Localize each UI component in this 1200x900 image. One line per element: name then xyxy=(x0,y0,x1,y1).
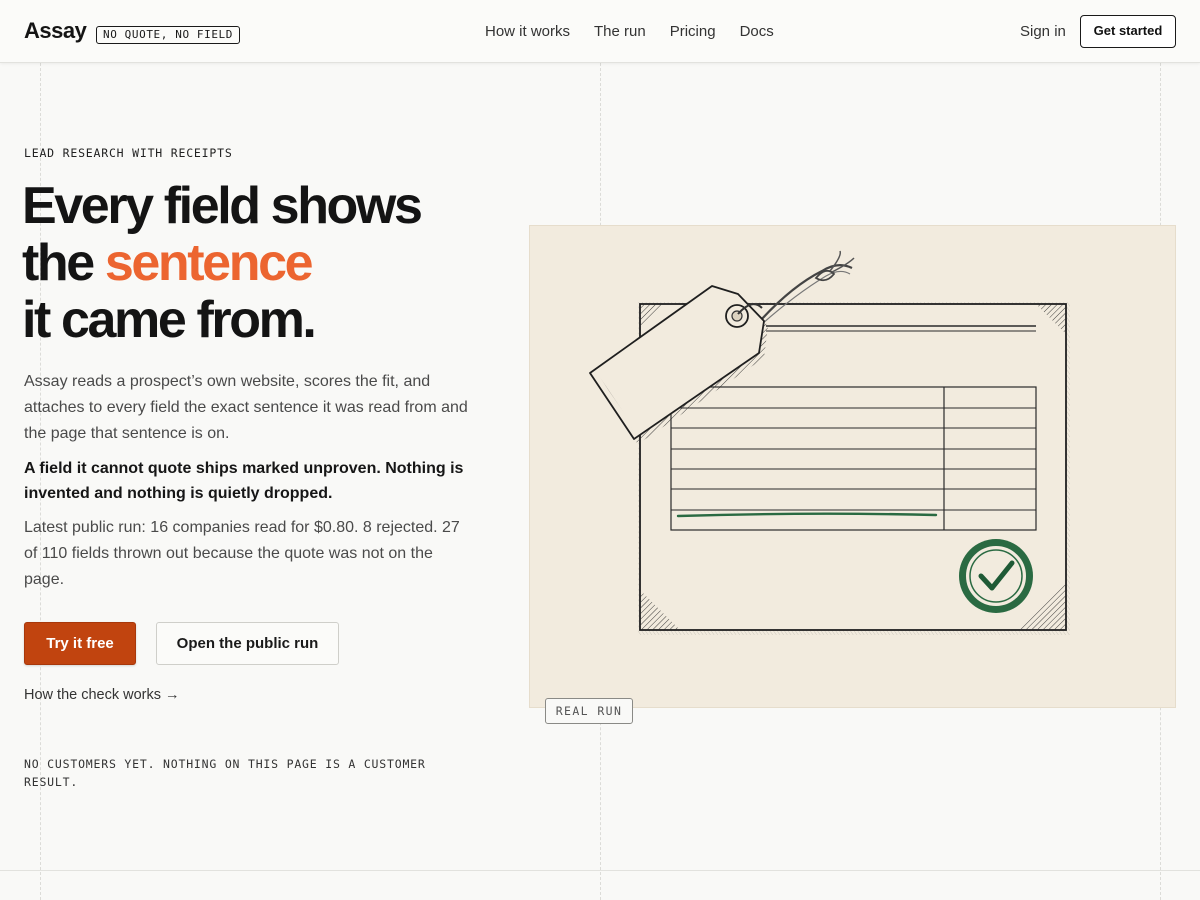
headline-the: the xyxy=(22,234,105,292)
get-started-button[interactable]: Get started xyxy=(1080,15,1176,48)
real-run-badge: REAL RUN xyxy=(545,698,633,724)
main-nav: How it works The run Pricing Docs xyxy=(485,23,798,40)
section-divider xyxy=(0,870,1200,871)
tagline-badge: NO QUOTE, NO FIELD xyxy=(96,26,241,44)
customer-disclaimer: NO CUSTOMERS YET. NOTHING ON THIS PAGE I… xyxy=(24,757,426,789)
sign-in-link[interactable]: Sign in xyxy=(1020,23,1066,40)
how-check-works-link[interactable]: How the check works → xyxy=(24,687,180,703)
nav-link-the-run[interactable]: The run xyxy=(594,23,646,40)
hero-run-stats: Latest public run: 16 companies read for… xyxy=(24,519,460,588)
try-free-button[interactable]: Try it free xyxy=(24,622,136,665)
brand-logo[interactable]: Assay xyxy=(24,18,87,44)
headline-line-3: it came from. xyxy=(22,291,317,349)
hero-eyebrow: LEAD RESEARCH WITH RECEIPTS xyxy=(24,146,233,160)
hero-illustration xyxy=(529,225,1176,708)
verified-seal-icon xyxy=(959,539,1033,613)
headline-line-1: Every field shows xyxy=(22,177,423,235)
top-nav-bar: Assay NO QUOTE, NO FIELD How it works Th… xyxy=(0,0,1200,63)
hero-headline: Every field shows the sentence it came f… xyxy=(22,178,502,349)
hero-guarantee: A field it cannot quote ships marked unp… xyxy=(24,460,464,502)
nav-link-how-it-works[interactable]: How it works xyxy=(485,23,570,40)
headline-accent-word: sentence xyxy=(104,234,314,292)
open-public-run-button[interactable]: Open the public run xyxy=(156,622,339,665)
hero-description: Assay reads a prospect’s own website, sc… xyxy=(24,373,468,442)
nav-link-docs[interactable]: Docs xyxy=(740,23,774,40)
nav-link-pricing[interactable]: Pricing xyxy=(670,23,716,40)
illustration-svg xyxy=(589,250,1070,635)
